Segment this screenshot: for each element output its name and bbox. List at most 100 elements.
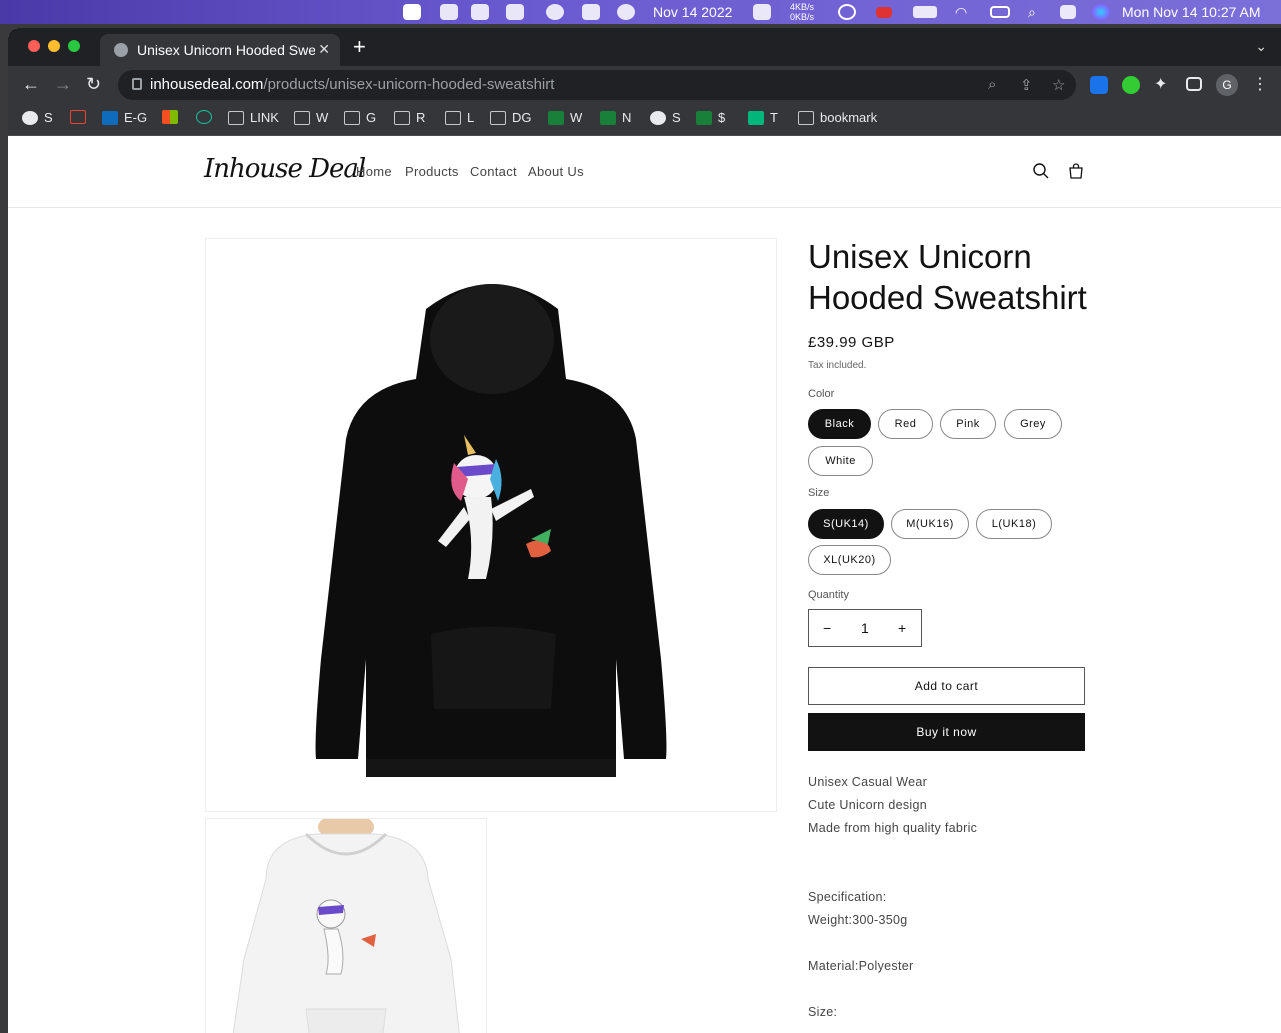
globe-icon	[650, 110, 666, 125]
zoom-window-button[interactable]	[68, 40, 80, 52]
bookmarks-bar: S E-G LINK W G R L DG W N S $ Tbookmark	[8, 104, 1281, 136]
bookmark-label: S	[672, 110, 681, 125]
qq-icon[interactable]	[440, 4, 458, 20]
buy-now-button[interactable]: Buy it now	[808, 713, 1085, 751]
product-price: £39.99 GBP	[808, 334, 895, 351]
flag-icon[interactable]	[876, 7, 892, 18]
battery-icon[interactable]	[913, 6, 937, 18]
bookmark-item[interactable]	[70, 110, 92, 124]
address-bar[interactable]: inhousedeal.com/products/unisex-unicorn-…	[118, 70, 1076, 100]
close-tab-icon[interactable]: ✕	[318, 41, 330, 58]
size-option-s[interactable]: S(UK14)	[808, 509, 884, 539]
site-logo[interactable]: Inhouse Deal	[204, 154, 366, 184]
forward-button[interactable]: →	[54, 74, 72, 95]
bookmark-label: DG	[512, 110, 532, 125]
black-hoodie-image	[315, 284, 667, 777]
color-option-red[interactable]: Red	[878, 409, 933, 439]
bookmark-item[interactable]: T	[748, 110, 778, 125]
url-text[interactable]: inhousedeal.com/products/unisex-unicorn-…	[150, 76, 554, 93]
cat-icon[interactable]	[753, 4, 771, 20]
site-header: Inhouse Deal Home Products Contact About…	[8, 136, 1281, 208]
bookmark-label: T	[770, 110, 778, 125]
color-option-white[interactable]: White	[808, 446, 873, 476]
script-icon[interactable]	[506, 4, 524, 20]
folder-icon	[344, 110, 360, 125]
reload-button[interactable]: ↻	[86, 74, 101, 95]
teamviewer-icon[interactable]	[546, 4, 564, 20]
bookmark-item[interactable]: $	[696, 110, 725, 125]
folder-icon	[445, 110, 461, 125]
bookmark-item[interactable]: N	[600, 110, 631, 125]
nav-about[interactable]: About Us	[528, 164, 584, 179]
size-option-xl[interactable]: XL(UK20)	[808, 545, 891, 575]
bookmark-label: R	[416, 110, 426, 125]
bookmark-label: W	[316, 110, 329, 125]
size-option-l[interactable]: L(UK18)	[976, 509, 1052, 539]
bookmark-label: L	[467, 110, 475, 125]
bookmark-star-icon[interactable]: ☆	[1052, 76, 1065, 94]
wifi-icon[interactable]: ◠	[955, 4, 967, 21]
bookmark-item[interactable]: S	[22, 110, 53, 125]
cow-icon[interactable]	[582, 4, 600, 20]
bookmark-item[interactable]: R	[394, 110, 425, 125]
bookmark-item[interactable]: L	[445, 110, 474, 125]
tab-search-chevron-icon[interactable]: ⌄	[1255, 38, 1267, 55]
folder-icon	[798, 110, 814, 125]
nav-products[interactable]: Products	[405, 164, 459, 179]
color-label: Color	[808, 388, 835, 400]
search-icon[interactable]	[1032, 162, 1050, 180]
description-line-2: Cute Unicorn design	[808, 798, 927, 812]
size-option-m[interactable]: M(UK16)	[891, 509, 969, 539]
back-button[interactable]: ←	[22, 74, 40, 95]
time-machine-icon[interactable]	[838, 4, 856, 20]
tasks-icon[interactable]	[471, 4, 489, 20]
new-tab-button[interactable]: +	[353, 34, 366, 60]
menubar-clock[interactable]: Mon Nov 14 10:27 AM	[1122, 4, 1261, 20]
puzzle-extensions-icon[interactable]: ✦	[1154, 74, 1172, 93]
spotlight-icon[interactable]: ⌕	[1028, 4, 1036, 21]
bookmark-item[interactable]	[196, 110, 218, 124]
nav-contact[interactable]: Contact	[470, 164, 517, 179]
bookmark-item[interactable]: E-G	[102, 110, 147, 125]
bookmark-item[interactable]: bookmark	[798, 110, 877, 125]
bookmark-item[interactable]: W	[294, 110, 328, 125]
tab-active[interactable]: Unisex Unicorn Hooded Sweatshirt ✕	[100, 34, 340, 66]
download-extension-icon[interactable]	[1090, 76, 1108, 94]
product-main-image[interactable]	[205, 238, 777, 812]
share-icon[interactable]: ⇪	[1020, 76, 1033, 94]
side-panel-icon[interactable]	[1186, 77, 1202, 91]
lock-icon[interactable]	[132, 78, 142, 90]
bookmark-item[interactable]	[162, 110, 184, 124]
extension-circle-icon[interactable]	[1122, 76, 1140, 94]
network-down: 0KB/s	[790, 12, 815, 22]
bookmark-item[interactable]: DG	[490, 110, 532, 125]
profile-avatar[interactable]: G	[1216, 74, 1238, 96]
product-thumbnail-image[interactable]	[205, 818, 487, 1033]
cart-icon[interactable]	[1067, 162, 1085, 180]
bookmark-item[interactable]: G	[344, 110, 376, 125]
keyboard-icon[interactable]	[990, 6, 1010, 18]
product-title: Unisex Unicorn Hooded Sweatshirt	[808, 238, 1087, 316]
color-option-black[interactable]: Black	[808, 409, 871, 439]
quantity-input[interactable]: 1	[861, 620, 869, 636]
add-to-cart-button[interactable]: Add to cart	[808, 667, 1085, 705]
siri-icon[interactable]	[1092, 4, 1110, 20]
minimize-window-button[interactable]	[48, 40, 60, 52]
bookmark-item[interactable]: LINK	[228, 110, 279, 125]
arrow-circle-icon[interactable]	[617, 4, 635, 20]
bookmark-label: S	[44, 110, 53, 125]
color-option-pink[interactable]: Pink	[940, 409, 996, 439]
zoom-search-icon[interactable]: ⌕	[988, 76, 996, 93]
control-center-icon[interactable]	[1060, 5, 1076, 19]
menu-dots-icon[interactable]: ⋮	[1252, 74, 1268, 94]
quantity-increase-button[interactable]: +	[898, 620, 906, 636]
bookmark-item[interactable]: S	[650, 110, 681, 125]
close-window-button[interactable]	[28, 40, 40, 52]
quantity-decrease-button[interactable]: −	[823, 620, 831, 636]
product-info: Unisex Unicorn Hooded Sweatshirt £39.99 …	[808, 236, 1088, 1019]
bookmark-item[interactable]: W	[548, 110, 582, 125]
nav-home[interactable]: Home	[356, 164, 392, 179]
color-option-grey[interactable]: Grey	[1004, 409, 1062, 439]
folder-icon	[394, 110, 410, 125]
wechat-icon[interactable]	[403, 4, 421, 20]
